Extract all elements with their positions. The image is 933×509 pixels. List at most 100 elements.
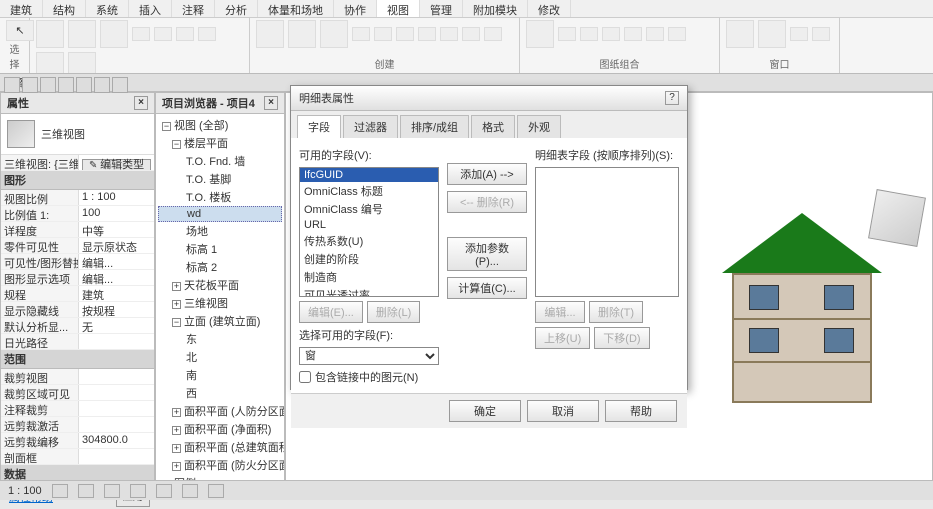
elevation-button[interactable] [374, 27, 392, 41]
ui-button[interactable] [812, 27, 830, 41]
project-tree[interactable]: −视图 (全部) −楼层平面 T.O. Fnd. 墙T.O. 基脚T.O. 楼板… [156, 114, 284, 499]
prop-value[interactable] [79, 449, 154, 464]
tree-item[interactable]: T.O. 基脚 [158, 170, 282, 188]
callout-button[interactable] [320, 20, 348, 48]
tree-item[interactable]: T.O. Fnd. 墙 [158, 152, 282, 170]
tab-format[interactable]: 格式 [471, 115, 515, 138]
tree-item[interactable]: T.O. 楼板 [158, 188, 282, 206]
close-window-button[interactable] [758, 20, 786, 48]
prop-value[interactable] [79, 417, 154, 432]
tree-item[interactable]: 北 [158, 348, 282, 366]
tree-item[interactable]: 标高 1 [158, 240, 282, 258]
prop-value[interactable]: 编辑... [79, 254, 154, 269]
tree-3d[interactable]: +三维视图 [158, 294, 282, 312]
remove-button[interactable]: <-- 删除(R) [447, 191, 527, 213]
prop-value[interactable] [79, 385, 154, 400]
prop-value[interactable]: 建筑 [79, 286, 154, 301]
delete2-button[interactable]: 删除(T) [589, 301, 643, 323]
type-selector[interactable]: 三维视图: {三维} [1, 155, 79, 170]
tab-sys[interactable]: 系统 [86, 0, 129, 17]
tab-annot[interactable]: 注释 [172, 0, 215, 17]
prop-value[interactable]: 无 [79, 318, 154, 333]
qat-btn[interactable] [76, 77, 92, 93]
legend-button[interactable] [440, 27, 458, 41]
qat-btn[interactable] [4, 77, 20, 93]
category-extents[interactable]: 范围 [1, 350, 154, 369]
switch-window-button[interactable] [726, 20, 754, 48]
tree-area1[interactable]: +面积平面 (人防分区面积) [158, 402, 282, 420]
tree-item[interactable]: 西 [158, 384, 282, 402]
cloud-render-button[interactable] [68, 52, 96, 74]
tab-mass[interactable]: 体量和场地 [258, 0, 334, 17]
list-item[interactable]: 创建的阶段 [300, 250, 438, 268]
duplicate-view-button[interactable] [418, 27, 436, 41]
tab-manage[interactable]: 管理 [420, 0, 463, 17]
tab-arch[interactable]: 建筑 [0, 0, 43, 17]
dialog-close-icon[interactable]: ? [665, 91, 679, 105]
tree-area2[interactable]: +面积平面 (净面积) [158, 420, 282, 438]
cut-profile-button[interactable] [198, 27, 216, 41]
guide-grid-button[interactable] [668, 27, 686, 41]
qat-btn[interactable] [22, 77, 38, 93]
qat-btn[interactable] [94, 77, 110, 93]
include-linked-checkbox[interactable]: 包含链接中的图元(N) [299, 369, 439, 385]
sb-btn[interactable] [182, 484, 198, 498]
tab-analyze[interactable]: 分析 [215, 0, 258, 17]
view-ref-button[interactable] [624, 27, 642, 41]
move-down-button[interactable]: 下移(D) [594, 327, 649, 349]
edit-field-button[interactable]: 编辑(E)... [299, 301, 363, 323]
remove-hidden-button[interactable] [176, 27, 194, 41]
tree-ceiling[interactable]: +天花板平面 [158, 276, 282, 294]
visibility-button[interactable] [68, 20, 96, 48]
sb-btn[interactable] [104, 484, 120, 498]
render-button[interactable] [36, 52, 64, 74]
tree-item[interactable]: 东 [158, 330, 282, 348]
scope-box-button[interactable] [484, 27, 502, 41]
list-item[interactable]: URL [300, 218, 438, 232]
delete-field-button[interactable]: 删除(L) [367, 301, 420, 323]
qat-btn[interactable] [58, 77, 74, 93]
prop-value[interactable] [79, 334, 154, 349]
ok-button[interactable]: 确定 [449, 400, 521, 422]
tab-filter[interactable]: 过滤器 [343, 115, 398, 138]
plan-view-button[interactable] [352, 27, 370, 41]
edit-type-button[interactable]: ✎ 编辑类型 [82, 159, 151, 170]
scheduled-fields-list[interactable] [535, 167, 679, 297]
prop-value[interactable]: 304800.0 [79, 433, 154, 448]
filters-button[interactable] [100, 20, 128, 48]
list-item[interactable]: 可见光透过率 [300, 286, 438, 297]
close-icon[interactable]: × [264, 96, 278, 110]
revision-button[interactable] [646, 27, 664, 41]
add-button[interactable]: 添加(A) --> [447, 163, 527, 185]
3d-view-button[interactable] [256, 20, 284, 48]
qat-btn[interactable] [40, 77, 56, 93]
prop-value[interactable]: 显示原状态 [79, 238, 154, 253]
move-up-button[interactable]: 上移(U) [535, 327, 590, 349]
tree-item[interactable]: wd [158, 206, 282, 222]
category-graphics[interactable]: 图形 [1, 171, 154, 190]
sb-btn[interactable] [52, 484, 68, 498]
matchline-button[interactable] [602, 27, 620, 41]
tree-item[interactable]: 标高 2 [158, 258, 282, 276]
sb-btn[interactable] [156, 484, 172, 498]
tab-insert[interactable]: 插入 [129, 0, 172, 17]
list-item[interactable]: IfcGUID [300, 168, 438, 182]
tab-sort[interactable]: 排序/成组 [400, 115, 469, 138]
calc-value-button[interactable]: 计算值(C)... [447, 277, 527, 299]
tab-collab[interactable]: 协作 [334, 0, 377, 17]
category-combo[interactable]: 窗 [299, 347, 439, 365]
tile-button[interactable] [790, 27, 808, 41]
tree-item[interactable]: 场地 [158, 222, 282, 240]
sb-btn[interactable] [78, 484, 94, 498]
qat-btn[interactable] [112, 77, 128, 93]
list-item[interactable]: 传热系数(U) [300, 232, 438, 250]
prop-value[interactable]: 100 [79, 206, 154, 221]
help-button[interactable]: 帮助 [605, 400, 677, 422]
list-item[interactable]: OmniClass 编号 [300, 200, 438, 218]
list-item[interactable]: 制造商 [300, 268, 438, 286]
thin-lines-button[interactable] [132, 27, 150, 41]
place-view-button[interactable] [558, 27, 576, 41]
list-item[interactable]: OmniClass 标题 [300, 182, 438, 200]
tab-modify[interactable]: 修改 [528, 0, 571, 17]
cancel-button[interactable]: 取消 [527, 400, 599, 422]
